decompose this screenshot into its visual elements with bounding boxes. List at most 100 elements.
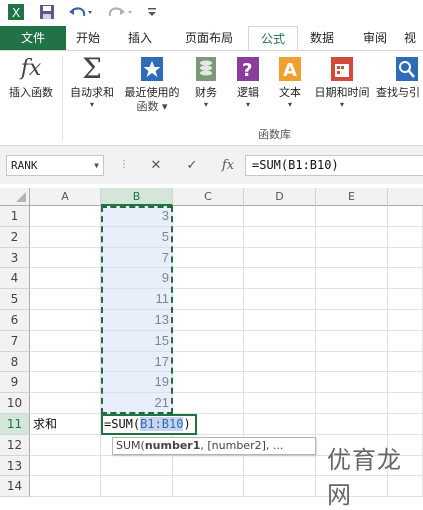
recent-functions-button[interactable]: 最近使用的 函数 ▾ bbox=[120, 55, 184, 114]
cell-b13[interactable] bbox=[101, 455, 173, 477]
cell-c14[interactable] bbox=[173, 476, 244, 498]
cell-c4[interactable] bbox=[173, 268, 244, 290]
cell-c6[interactable] bbox=[173, 310, 244, 331]
column-header-d[interactable]: D bbox=[244, 188, 316, 206]
tab-home[interactable]: 开始 bbox=[66, 26, 110, 50]
cell-a13[interactable] bbox=[30, 455, 101, 477]
chevron-down-icon[interactable]: ▼ bbox=[94, 156, 99, 175]
autosum-button[interactable]: Σ 自动求和 ▾ bbox=[66, 55, 118, 110]
cell-f7[interactable] bbox=[388, 330, 423, 352]
cell-d5[interactable] bbox=[244, 289, 316, 310]
row-header-13[interactable]: 13 bbox=[0, 455, 30, 477]
tab-review[interactable]: 审阅 bbox=[350, 26, 400, 50]
row-header-11[interactable]: 11 bbox=[0, 414, 30, 435]
cell-e8[interactable] bbox=[316, 351, 388, 373]
row-header-10[interactable]: 10 bbox=[0, 393, 30, 414]
cell-a14[interactable] bbox=[30, 476, 101, 498]
cell-a1[interactable] bbox=[30, 206, 101, 227]
column-header-e[interactable]: E bbox=[316, 188, 388, 206]
cell-f11[interactable] bbox=[388, 414, 423, 435]
cell-f10[interactable] bbox=[388, 393, 423, 414]
cell-d7[interactable] bbox=[244, 330, 316, 352]
save-icon[interactable] bbox=[36, 2, 58, 22]
cell-d3[interactable] bbox=[244, 247, 316, 269]
cell-a10[interactable] bbox=[30, 393, 101, 414]
tab-view[interactable]: 视 bbox=[404, 26, 423, 50]
cell-f4[interactable] bbox=[388, 268, 423, 290]
cell-e6[interactable] bbox=[316, 310, 388, 331]
cell-a12[interactable] bbox=[30, 434, 101, 456]
redo-icon[interactable] bbox=[106, 2, 134, 22]
cell-e4[interactable] bbox=[316, 268, 388, 290]
formula-input[interactable]: =SUM(B1:B10) bbox=[245, 155, 423, 176]
row-header-3[interactable]: 3 bbox=[0, 247, 30, 269]
cell-b14[interactable] bbox=[101, 476, 173, 498]
cell-d10[interactable] bbox=[244, 393, 316, 414]
cell-d4[interactable] bbox=[244, 268, 316, 290]
column-header-a[interactable]: A bbox=[30, 188, 101, 206]
tab-page-layout[interactable]: 页面布局 bbox=[170, 26, 248, 50]
row-header-14[interactable]: 14 bbox=[0, 476, 30, 498]
cell-d13[interactable] bbox=[244, 455, 316, 477]
cell-d1[interactable] bbox=[244, 206, 316, 227]
cell-a3[interactable] bbox=[30, 247, 101, 269]
cell-c2[interactable] bbox=[173, 226, 244, 248]
row-header-2[interactable]: 2 bbox=[0, 226, 30, 248]
cell-f2[interactable] bbox=[388, 226, 423, 248]
financial-button[interactable]: 财务 ▾ bbox=[188, 55, 224, 110]
cell-c1[interactable] bbox=[173, 206, 244, 227]
logical-button[interactable]: ? 逻辑 ▾ bbox=[230, 55, 266, 110]
row-header-1[interactable]: 1 bbox=[0, 206, 30, 227]
row-header-12[interactable]: 12 bbox=[0, 434, 30, 456]
cell-f3[interactable] bbox=[388, 247, 423, 269]
enter-icon[interactable]: ✓ bbox=[180, 155, 204, 176]
row-header-4[interactable]: 4 bbox=[0, 268, 30, 290]
cell-c9[interactable] bbox=[173, 372, 244, 394]
row-header-8[interactable]: 8 bbox=[0, 351, 30, 373]
cell-c10[interactable] bbox=[173, 393, 244, 414]
cell-e3[interactable] bbox=[316, 247, 388, 269]
cell-c7[interactable] bbox=[173, 330, 244, 352]
cell-e10[interactable] bbox=[316, 393, 388, 414]
cell-d14[interactable] bbox=[244, 476, 316, 498]
cell-e9[interactable] bbox=[316, 372, 388, 394]
cell-a9[interactable] bbox=[30, 372, 101, 394]
cell-f9[interactable] bbox=[388, 372, 423, 394]
cell-c13[interactable] bbox=[173, 455, 244, 477]
row-header-7[interactable]: 7 bbox=[0, 330, 30, 352]
cell-d6[interactable] bbox=[244, 310, 316, 331]
column-header-b[interactable]: B bbox=[101, 188, 173, 206]
cell-a11[interactable]: 求和 bbox=[30, 414, 101, 435]
cell-e2[interactable] bbox=[316, 226, 388, 248]
row-header-9[interactable]: 9 bbox=[0, 372, 30, 394]
cell-d11[interactable] bbox=[244, 414, 316, 435]
cell-e11[interactable] bbox=[316, 414, 388, 435]
select-all-corner[interactable] bbox=[0, 188, 30, 206]
cell-c8[interactable] bbox=[173, 351, 244, 373]
cell-f1[interactable] bbox=[388, 206, 423, 227]
undo-icon[interactable] bbox=[66, 2, 94, 22]
cell-e1[interactable] bbox=[316, 206, 388, 227]
column-header-c[interactable]: C bbox=[173, 188, 244, 206]
tab-file[interactable]: 文件 bbox=[0, 26, 66, 50]
column-header-f[interactable] bbox=[388, 188, 423, 206]
cell-d8[interactable] bbox=[244, 351, 316, 373]
cell-a8[interactable] bbox=[30, 351, 101, 373]
lookup-reference-button[interactable]: 查找与引 bbox=[376, 55, 423, 100]
cell-a6[interactable] bbox=[30, 310, 101, 331]
cell-b11[interactable]: =SUM(B1:B10) bbox=[101, 414, 197, 435]
cell-a2[interactable] bbox=[30, 226, 101, 248]
insert-function-button[interactable]: fx 插入函数 bbox=[4, 55, 58, 100]
tab-data[interactable]: 数据 bbox=[298, 26, 346, 50]
cell-e7[interactable] bbox=[316, 330, 388, 352]
cell-a7[interactable] bbox=[30, 330, 101, 352]
cell-a5[interactable] bbox=[30, 289, 101, 310]
cell-e5[interactable] bbox=[316, 289, 388, 310]
insert-function-fx-icon[interactable]: fx bbox=[216, 155, 240, 176]
cell-a4[interactable] bbox=[30, 268, 101, 290]
tab-formulas[interactable]: 公式 bbox=[248, 26, 298, 51]
customize-icon[interactable] bbox=[144, 2, 160, 22]
cell-f8[interactable] bbox=[388, 351, 423, 373]
cell-f6[interactable] bbox=[388, 310, 423, 331]
row-header-5[interactable]: 5 bbox=[0, 289, 30, 310]
